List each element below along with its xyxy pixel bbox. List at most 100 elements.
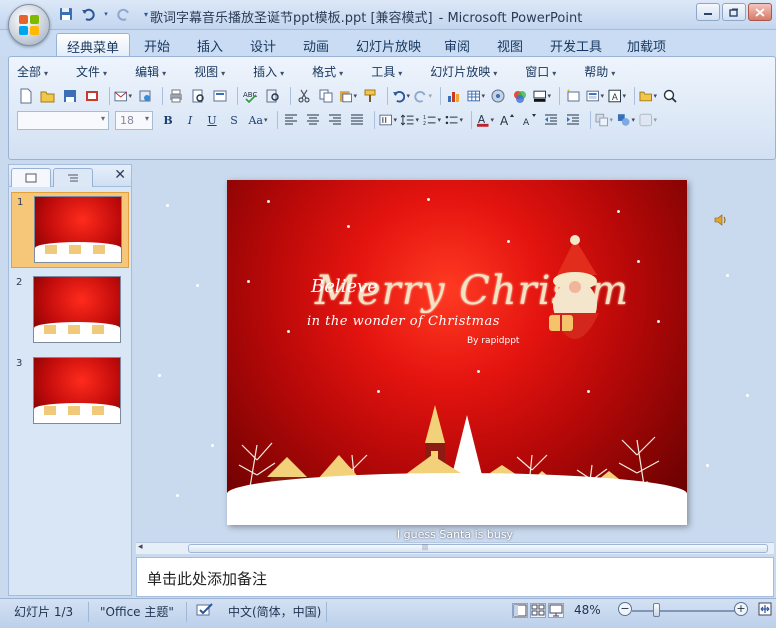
spell-check-icon[interactable] <box>196 602 214 621</box>
align-left-icon[interactable] <box>282 111 300 129</box>
redo-icon[interactable] <box>414 87 432 105</box>
tab-review[interactable]: 审阅 <box>434 33 480 56</box>
office-button[interactable] <box>8 4 50 46</box>
scroll-left-icon[interactable]: ◂ <box>138 542 143 552</box>
text-box-icon[interactable]: A <box>608 87 626 105</box>
format-painter-icon[interactable] <box>361 87 379 105</box>
zoom-out-button[interactable]: − <box>618 602 632 616</box>
horizontal-scrollbar[interactable]: ◂ ||| <box>136 542 774 554</box>
folder-icon[interactable] <box>639 87 657 105</box>
new-slide-icon[interactable] <box>564 87 582 105</box>
justify-icon[interactable] <box>348 111 366 129</box>
print-preview-icon[interactable] <box>189 87 207 105</box>
theme-name[interactable]: "Office 主题" <box>100 603 174 620</box>
insert-table-icon[interactable] <box>467 87 485 105</box>
increase-indent-icon[interactable] <box>564 111 582 129</box>
decrease-indent-icon[interactable] <box>542 111 560 129</box>
spelling-icon[interactable]: ABC <box>242 87 260 105</box>
notes-pane[interactable]: 单击此处添加备注 <box>136 557 774 597</box>
menu-tools[interactable]: 工具 ▾ <box>371 63 402 80</box>
tab-home[interactable]: 开始 <box>134 33 180 56</box>
menu-insert[interactable]: 插入 ▾ <box>253 63 284 80</box>
align-center-icon[interactable] <box>304 111 322 129</box>
slideshow-view-button[interactable] <box>548 603 564 618</box>
insert-chart-icon[interactable] <box>445 87 463 105</box>
bold-button[interactable]: B <box>159 111 177 129</box>
slide-byline[interactable]: By rapidppt <box>467 336 519 346</box>
zoom-slider[interactable] <box>632 610 740 612</box>
quick-styles-icon[interactable] <box>639 111 657 129</box>
menu-format[interactable]: 格式 ▾ <box>312 63 343 80</box>
underline-button[interactable]: U <box>203 111 221 129</box>
menu-view[interactable]: 视图 ▾ <box>194 63 225 80</box>
undo-icon[interactable] <box>80 6 96 22</box>
minimize-button[interactable] <box>696 3 720 21</box>
numbering-icon[interactable]: 12 <box>423 111 441 129</box>
print-icon[interactable] <box>167 87 185 105</box>
copy-icon[interactable] <box>317 87 335 105</box>
tab-insert[interactable]: 插入 <box>187 33 233 56</box>
tab-design[interactable]: 设计 <box>240 33 286 56</box>
paste-icon[interactable] <box>339 87 357 105</box>
shapes-icon[interactable] <box>617 111 635 129</box>
italic-button[interactable]: I <box>181 111 199 129</box>
open-icon[interactable] <box>39 87 57 105</box>
search-icon[interactable] <box>661 87 679 105</box>
shrink-font-icon[interactable]: A <box>520 111 538 129</box>
color-grayscale-icon[interactable] <box>511 87 529 105</box>
restore-button[interactable] <box>722 3 746 21</box>
slide-thumbnail[interactable]: 2 <box>11 273 129 349</box>
normal-view-button[interactable] <box>512 603 528 618</box>
save-icon[interactable] <box>61 87 79 105</box>
close-pane-icon[interactable]: ✕ <box>114 167 126 183</box>
fill-color-icon[interactable] <box>533 87 551 105</box>
scrollbar-thumb[interactable] <box>188 544 768 553</box>
undo-icon[interactable] <box>392 87 410 105</box>
tab-view[interactable]: 视图 <box>487 33 533 56</box>
font-name-combo[interactable]: ▾ <box>17 110 109 130</box>
redo-icon[interactable] <box>116 6 132 22</box>
tab-classic-menu[interactable]: 经典菜单 <box>56 33 131 56</box>
slide-layout-icon[interactable] <box>211 87 229 105</box>
undo-dropdown-icon[interactable]: ▾ <box>102 6 110 22</box>
tab-animations[interactable]: 动画 <box>293 33 339 56</box>
slide-thumbnail[interactable]: 3 <box>11 354 129 430</box>
zoom-in-button[interactable]: + <box>734 602 748 616</box>
clip-art-icon[interactable] <box>489 87 507 105</box>
line-spacing-icon[interactable] <box>401 111 419 129</box>
fit-to-window-icon[interactable] <box>758 602 772 619</box>
menu-all[interactable]: 全部 ▾ <box>17 63 48 80</box>
publish-icon[interactable] <box>136 87 154 105</box>
font-color-icon[interactable]: A <box>476 111 494 129</box>
permission-icon[interactable] <box>83 87 101 105</box>
slide-subtitle[interactable]: in the wonder of Christmas <box>307 314 500 329</box>
cut-icon[interactable] <box>295 87 313 105</box>
menu-file[interactable]: 文件 ▾ <box>76 63 107 80</box>
slide-thumbnail[interactable]: 1 <box>11 192 129 268</box>
menu-edit[interactable]: 编辑 ▾ <box>135 63 166 80</box>
zoom-slider-thumb[interactable] <box>653 603 660 617</box>
layout-icon[interactable] <box>586 87 604 105</box>
slides-tab[interactable] <box>11 168 51 187</box>
arrange-icon[interactable] <box>595 111 613 129</box>
menu-help[interactable]: 帮助 ▾ <box>584 63 615 80</box>
menu-window[interactable]: 窗口 ▾ <box>525 63 556 80</box>
research-icon[interactable] <box>264 87 282 105</box>
font-size-combo[interactable]: 18 ▾ <box>115 110 153 130</box>
tab-addins[interactable]: 加载项 <box>617 33 676 56</box>
slide-believe-text[interactable]: Believe <box>311 276 378 297</box>
tab-slideshow[interactable]: 幻灯片放映 <box>346 33 431 56</box>
email-icon[interactable] <box>114 87 132 105</box>
menu-slideshow[interactable]: 幻灯片放映 ▾ <box>430 63 497 80</box>
new-icon[interactable] <box>17 87 35 105</box>
slide-sorter-button[interactable] <box>530 603 546 618</box>
bullets-icon[interactable] <box>445 111 463 129</box>
text-direction-icon[interactable] <box>379 111 397 129</box>
close-button[interactable] <box>748 3 772 21</box>
grow-font-icon[interactable]: A <box>498 111 516 129</box>
speaker-icon[interactable] <box>714 214 728 226</box>
align-right-icon[interactable] <box>326 111 344 129</box>
current-slide[interactable]: Merry Christm Believe in the wonder of C… <box>227 180 687 525</box>
tab-developer[interactable]: 开发工具 <box>540 33 612 56</box>
save-icon[interactable] <box>58 6 74 22</box>
